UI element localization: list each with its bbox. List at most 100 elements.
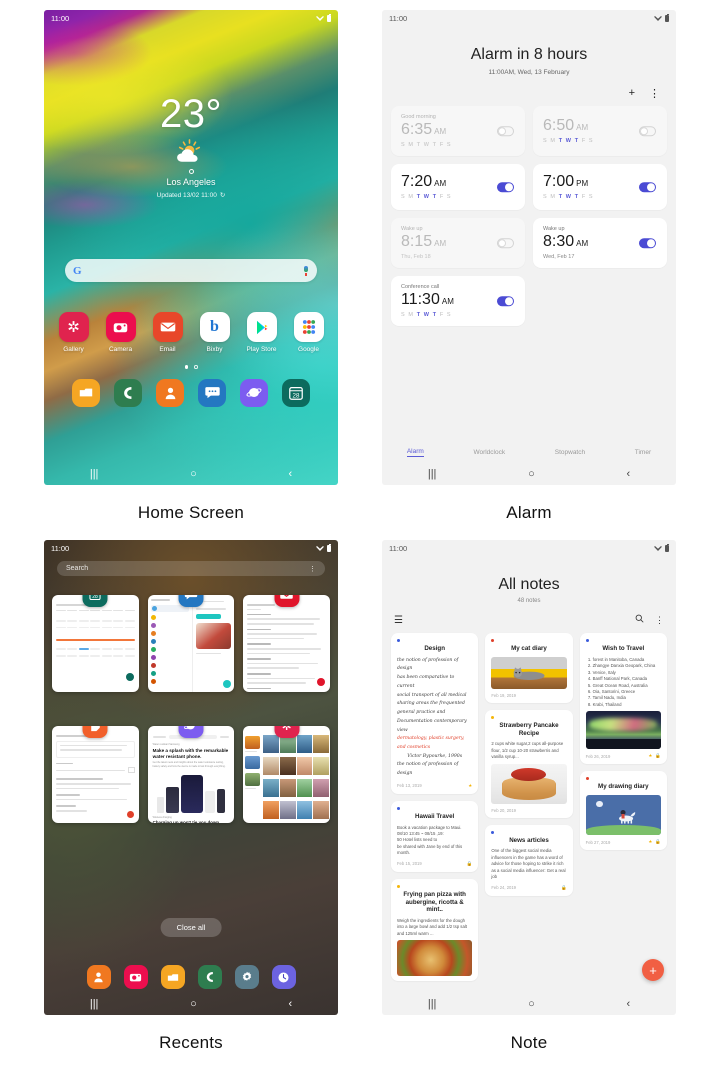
page-dot [194,365,198,369]
home-nav-icon[interactable]: ○ [190,468,197,480]
alarm-toggle[interactable] [497,238,514,248]
back-nav-icon[interactable]: ‹ [626,998,630,1010]
contacts-icon[interactable] [156,378,184,407]
note-card-wish-to-travel[interactable]: Wish to Travel forest in Manitoba, Canad… [579,633,667,765]
app-google-folder[interactable]: Google [292,312,326,353]
back-nav-icon[interactable]: ‹ [288,998,292,1010]
recents-card-gallery[interactable]: ✲ [243,726,330,823]
tab-timer[interactable]: Timer [635,449,651,456]
add-note-button[interactable]: + [642,959,664,981]
tab-stopwatch[interactable]: Stopwatch [555,449,585,456]
note-card-strawberry-pancake[interactable]: Strawberry Pancake Recipe 2 cups white s… [485,709,573,818]
note-card-news-articles[interactable]: News articles One of the biggest social … [485,824,573,896]
recents-nav-icon[interactable]: ||| [90,998,99,1010]
recents-card-notes[interactable] [52,726,139,823]
alarm-toolbar: + ⋮ [382,76,676,100]
add-alarm-icon[interactable]: + [629,87,635,100]
star-icon[interactable]: ★ [648,753,652,759]
more-options-icon[interactable]: ⋮ [655,615,664,626]
app-play-store[interactable]: Play Store [245,312,279,353]
hamburger-menu-icon[interactable]: ☰ [394,615,403,626]
back-nav-icon[interactable]: ‹ [288,468,292,480]
star-icon[interactable]: ★ [468,783,472,789]
app-camera[interactable]: Camera [104,312,138,353]
messages-icon[interactable] [198,378,226,407]
note-card-my-cat-diary[interactable]: My cat diary Feb 19, 2019 [485,633,573,703]
alarm-toggle[interactable] [639,238,656,248]
weather-temperature[interactable]: 23° [160,92,222,137]
alarm-toggle[interactable] [639,126,656,136]
recents-card-messages[interactable] [147,595,235,692]
alarm-toggle[interactable] [497,126,514,136]
tab-alarm[interactable]: Alarm [406,448,424,457]
alarm-card[interactable]: 7:20 AM S M T W T F S [391,164,525,210]
back-nav-icon[interactable]: ‹ [626,468,630,480]
alarm-toggle[interactable] [639,182,656,192]
alarm-card[interactable]: Good morning 6:35 AM S M T W T F S [391,106,525,156]
files-icon[interactable] [72,378,100,407]
contacts-icon[interactable] [86,965,111,989]
browser-kicker: Water resistant Samsung [152,743,180,746]
star-icon[interactable]: ★ [648,839,652,845]
tab-worldclock[interactable]: Worldclock [473,449,505,456]
app-email[interactable]: Email [151,312,185,353]
weather-updated-text: Updated 13/02 11:00 [156,191,217,199]
alarm-card[interactable]: Wake up 8:30 AM Wed, Feb 17 [533,218,667,268]
internet-icon[interactable] [240,378,268,407]
note-card-frying-pan-pizza[interactable]: Frying pan pizza with aubergine, ricotta… [391,878,479,982]
alarm-card[interactable]: 7:00 PM S M T W T F S [533,164,667,210]
recents-card-email[interactable] [243,595,330,692]
note-card-hawaii-travel[interactable]: Hawaii Travel Book a vacation package to… [391,800,479,872]
files-icon[interactable] [160,965,185,989]
phone-icon[interactable] [197,965,222,989]
email-icon [274,595,300,607]
alarm-card[interactable]: Wake up 8:15 AM Thu, Feb 18 [391,218,525,268]
recents-nav-icon[interactable]: ||| [428,998,437,1010]
clock-icon[interactable] [271,965,296,989]
recents-nav-icon[interactable]: ||| [428,468,437,480]
alarm-card[interactable]: 6:50 AM S M T W T F S [533,106,667,156]
home-nav-icon[interactable]: ○ [528,468,535,480]
alarm-toggle[interactable] [497,296,514,306]
recents-card-calendar[interactable]: 28 [52,595,139,692]
note-card-my-drawing-diary[interactable]: My drawing diary Feb 27, 2019 ★ 🔒 [579,771,667,850]
note-body: One of the biggest social media influenc… [491,848,566,880]
calendar-icon[interactable]: 28 [282,378,310,407]
more-options-icon[interactable]: ⋮ [309,565,316,573]
alarm-card[interactable]: Conference call 11:30 AM S M T W T F S [391,276,525,326]
recents-card-internet[interactable]: Water resistant Samsung Make a splash wi… [147,726,235,823]
alarm-date: Thu, Feb 18 [401,254,431,260]
note-title: News articles [509,836,549,844]
note-meta: Feb 15, 2019 🔒 [397,861,472,867]
wifi-icon [316,15,324,21]
recents-device: 11:00 Search ⋮ 28 Water resistant Samsun… [44,540,338,1015]
refresh-icon[interactable]: ↻ [220,191,225,199]
battery-icon [665,543,669,552]
more-options-icon[interactable]: ⋮ [649,87,660,100]
recents-nav-icon[interactable]: ||| [90,468,99,480]
lock-icon: 🔒 [466,860,473,866]
search-icon[interactable] [635,614,644,626]
app-gallery[interactable]: ✲ Gallery [57,312,91,353]
app-bixby[interactable]: b Bixby [198,312,232,353]
home-nav-icon[interactable]: ○ [528,998,535,1010]
recents-search-bar[interactable]: Search ⋮ [57,561,325,576]
note-card-design[interactable]: Design the notion of profession of desig… [391,633,479,794]
settings-icon[interactable] [234,965,259,989]
recents-dock [44,965,338,989]
svg-text:28: 28 [293,392,300,399]
page-indicator[interactable] [184,365,198,369]
hand-line: the notion of profession of design [397,762,459,777]
panel-grid: 11:00 23° Los Angeles Updated 13/02 11:0… [0,0,720,1070]
panel-caption: Alarm [506,503,552,522]
close-all-button[interactable]: Close all [160,918,222,937]
alarm-toggle[interactable] [497,182,514,192]
home-nav-icon[interactable]: ○ [190,998,197,1010]
microphone-icon[interactable] [303,265,309,276]
alarm-meridiem: AM [576,239,589,248]
google-search-bar[interactable]: G [65,259,317,282]
browser-body: Get the latest news and insights about t… [152,761,226,769]
page-title: Alarm in 8 hours [470,46,588,63]
phone-icon[interactable] [114,378,142,407]
camera-icon[interactable] [123,965,148,989]
